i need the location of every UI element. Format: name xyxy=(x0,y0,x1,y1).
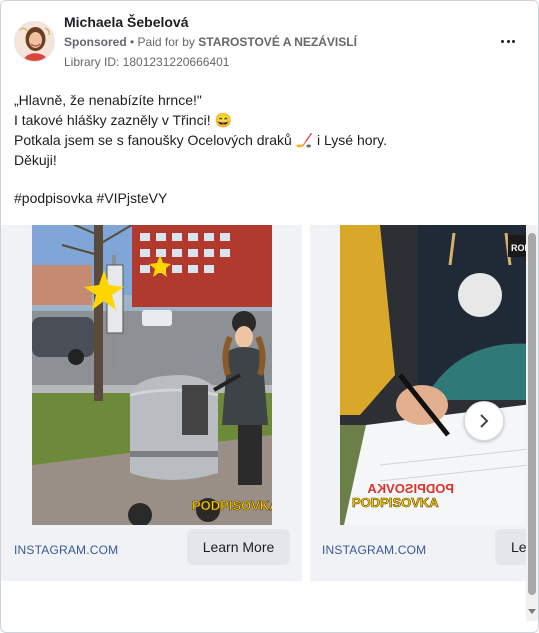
learn-more-button[interactable]: Learn More xyxy=(187,529,290,565)
body-line: I takové hlášky zazněly v Třinci! 😄 xyxy=(14,112,232,128)
street-photo: PODPISOVKA xyxy=(32,225,272,525)
scroll-down-arrow-icon[interactable] xyxy=(527,606,537,616)
body-line: Děkuji! xyxy=(14,152,57,168)
author-name[interactable]: Michaela Šebelová xyxy=(64,14,189,30)
sponsored-label: Sponsored xyxy=(64,35,127,49)
body-line: Potkala jsem se s fanoušky Ocelových dra… xyxy=(14,132,388,148)
ad-card: Michaela Šebelová Sponsored • Paid for b… xyxy=(0,0,539,633)
meta-separator: • xyxy=(126,35,138,49)
chevron-right-icon xyxy=(480,414,489,428)
learn-more-button[interactable]: Le xyxy=(495,529,526,565)
ad-image[interactable]: PODPISOVKA xyxy=(32,225,272,525)
scrollbar-thumb[interactable] xyxy=(528,233,536,595)
ad-image[interactable]: ROI PODPISOVKA PODPISOVKA xyxy=(340,225,526,525)
carousel[interactable]: PODPISOVKA INSTAGRAM.COM Learn More ROI … xyxy=(1,225,526,581)
library-id: Library ID: 1801231220666401 xyxy=(64,55,230,69)
carousel-next-button[interactable] xyxy=(464,401,504,441)
card-domain[interactable]: INSTAGRAM.COM xyxy=(322,543,426,557)
more-options-button[interactable] xyxy=(495,31,521,51)
paid-for-prefix: Paid for by xyxy=(137,35,199,49)
more-dots-icon xyxy=(501,39,504,43)
hashtags: #podpisovka #VIPjsteVY xyxy=(14,190,168,206)
carousel-card[interactable]: PODPISOVKA INSTAGRAM.COM Learn More xyxy=(1,225,302,581)
signing-photo: ROI PODPISOVKA PODPISOVKA xyxy=(340,225,526,525)
svg-text:PODPISOVKA: PODPISOVKA xyxy=(367,481,454,496)
body-line: „Hlavně, že nenabízíte hrnce!" xyxy=(14,92,202,108)
avatar[interactable] xyxy=(14,21,55,62)
payer-name[interactable]: STAROSTOVÉ A NEZÁVISLÍ xyxy=(198,35,357,49)
sponsored-meta: Sponsored • Paid for by STAROSTOVÉ A NEZ… xyxy=(64,35,357,49)
card-domain[interactable]: INSTAGRAM.COM xyxy=(14,543,118,557)
podpisovka-sticker: PODPISOVKA xyxy=(352,495,439,510)
avatar-photo xyxy=(15,22,54,61)
post-body: „Hlavně, že nenabízíte hrnce!" I takové … xyxy=(14,90,514,170)
svg-text:ROI: ROI xyxy=(511,243,526,253)
podpisovka-sticker: PODPISOVKA xyxy=(192,498,272,513)
